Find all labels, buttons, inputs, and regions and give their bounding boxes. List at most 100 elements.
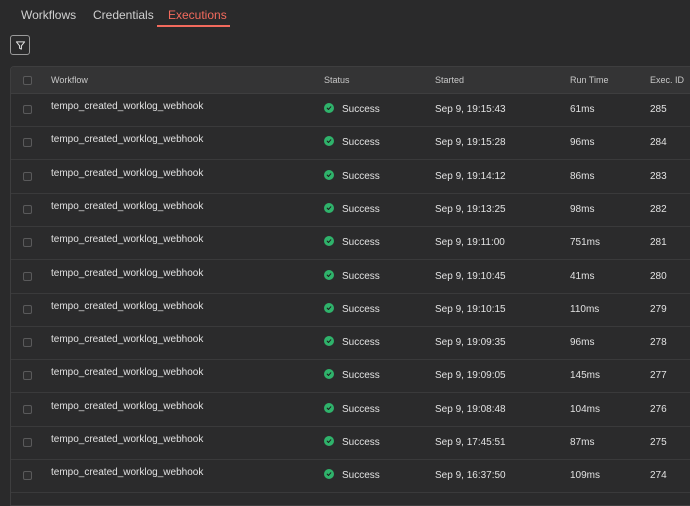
check-circle-icon — [324, 169, 334, 180]
table-row[interactable]: tempo_created_worklog_webhook Success Sep … — [11, 394, 690, 427]
check-circle-icon — [324, 336, 334, 347]
status-text: Success — [342, 170, 380, 182]
run-time: 145ms — [570, 370, 601, 382]
row-checkbox[interactable] — [23, 338, 32, 348]
exec-id: 280 — [650, 270, 667, 282]
row-checkbox[interactable] — [23, 204, 32, 214]
exec-id: 284 — [650, 137, 667, 149]
active-tab-indicator — [157, 25, 230, 27]
run-time: 110ms — [570, 303, 600, 315]
workflow-name[interactable]: tempo_created_worklog_webhook — [51, 234, 203, 245]
status-text: Success — [342, 104, 380, 115]
row-checkbox[interactable] — [23, 304, 32, 314]
table-header: Workflow Status Started Run Time Exec. I… — [11, 67, 690, 94]
check-circle-icon — [324, 369, 334, 380]
table-row[interactable]: tempo_created_worklog_webhook Success Sep … — [11, 161, 690, 194]
table-row[interactable]: tempo_created_worklog_webhook Success Sep … — [11, 261, 690, 294]
filter-button[interactable] — [10, 35, 30, 55]
row-checkbox[interactable] — [23, 271, 32, 281]
status-text: Success — [342, 337, 380, 349]
started-time: Sep 9, 19:10:45 — [435, 270, 506, 282]
run-time: 96ms — [570, 137, 595, 149]
tab-executions[interactable]: Executions — [168, 8, 227, 22]
row-checkbox[interactable] — [23, 404, 32, 414]
status-text: Success — [342, 237, 380, 249]
row-checkbox[interactable] — [23, 371, 32, 381]
filter-icon — [15, 40, 25, 50]
started-time: Sep 9, 19:15:43 — [435, 104, 506, 115]
workflow-name[interactable]: tempo_created_worklog_webhook — [51, 268, 203, 279]
table-row[interactable]: tempo_created_worklog_webhook Success Sep … — [11, 427, 690, 460]
row-checkbox[interactable] — [23, 138, 32, 148]
run-time: 41ms — [570, 270, 595, 282]
exec-id: 277 — [650, 370, 667, 382]
table-row[interactable]: tempo_created_worklog_webhook Success Sep … — [11, 94, 690, 127]
table-row[interactable]: tempo_created_worklog_webhook Success Sep … — [11, 460, 690, 494]
check-circle-icon — [324, 136, 334, 147]
started-time: Sep 9, 17:45:51 — [435, 437, 506, 448]
workflow-name[interactable]: tempo_created_worklog_webhook — [51, 367, 203, 378]
workflow-name[interactable]: tempo_created_worklog_webhook — [51, 134, 203, 145]
workflow-name[interactable]: tempo_created_worklog_webhook — [51, 168, 203, 179]
table-row[interactable]: tempo_created_worklog_webhook Success Sep … — [11, 227, 690, 261]
workflow-name[interactable]: tempo_created_worklog_webhook — [51, 467, 203, 478]
row-checkbox[interactable] — [23, 438, 32, 447]
row-checkbox[interactable] — [23, 238, 32, 248]
run-time: 96ms — [570, 337, 595, 349]
tab-credentials[interactable]: Credentials — [93, 8, 154, 22]
exec-id: 274 — [650, 470, 667, 482]
check-circle-icon — [324, 402, 334, 413]
header-exec-id[interactable]: Exec. ID — [650, 75, 684, 85]
check-circle-icon — [324, 436, 334, 446]
workflow-name[interactable]: tempo_created_worklog_webhook — [51, 401, 203, 412]
started-time: Sep 9, 19:09:35 — [435, 337, 506, 349]
row-checkbox[interactable] — [23, 471, 32, 481]
run-time: 98ms — [570, 203, 595, 215]
table-row[interactable]: tempo_created_worklog_webhook Success Sep … — [11, 360, 690, 394]
check-circle-icon — [324, 103, 334, 113]
exec-id: 285 — [650, 104, 667, 115]
row-checkbox[interactable] — [23, 171, 32, 181]
tab-workflows[interactable]: Workflows — [21, 8, 76, 22]
started-time: Sep 9, 16:37:50 — [435, 470, 506, 482]
status-text: Success — [342, 470, 380, 482]
workflow-name[interactable]: tempo_created_worklog_webhook — [51, 301, 203, 312]
exec-id: 278 — [650, 337, 667, 349]
header-started[interactable]: Started — [435, 75, 464, 85]
check-circle-icon — [324, 269, 334, 280]
run-time: 61ms — [570, 104, 595, 115]
row-checkbox[interactable] — [23, 105, 32, 114]
started-time: Sep 9, 19:09:05 — [435, 370, 506, 382]
table-row[interactable]: tempo_created_worklog_webhook Success Sep … — [11, 327, 690, 361]
table-row[interactable]: tempo_created_worklog_webhook Success Sep … — [11, 294, 690, 327]
run-time: 86ms — [570, 170, 595, 182]
table-row[interactable]: tempo_created_worklog_webhook Success Sep … — [11, 127, 690, 161]
header-status[interactable]: Status — [324, 75, 350, 85]
started-time: Sep 9, 19:13:25 — [435, 203, 506, 215]
workflow-name[interactable]: tempo_created_worklog_webhook — [51, 334, 203, 345]
tab-bar: Workflows Credentials Executions — [0, 0, 690, 28]
executions-table: Workflow Status Started Run Time Exec. I… — [10, 66, 690, 506]
exec-id: 283 — [650, 170, 667, 182]
exec-id: 276 — [650, 403, 667, 415]
status-text: Success — [342, 403, 380, 415]
select-all-checkbox[interactable] — [23, 76, 32, 85]
workflow-name[interactable]: tempo_created_worklog_webhook — [51, 101, 203, 112]
started-time: Sep 9, 19:14:12 — [435, 170, 506, 182]
status-text: Success — [342, 437, 380, 448]
status-text: Success — [342, 137, 380, 149]
exec-id: 275 — [650, 437, 667, 448]
header-run-time[interactable]: Run Time — [570, 75, 609, 85]
run-time: 751ms — [570, 237, 601, 249]
table-row[interactable]: tempo_created_worklog_webhook Success Sep … — [11, 194, 690, 227]
header-workflow[interactable]: Workflow — [51, 75, 88, 85]
check-circle-icon — [324, 469, 334, 480]
status-text: Success — [342, 303, 380, 315]
check-circle-icon — [324, 202, 334, 213]
workflow-name[interactable]: tempo_created_worklog_webhook — [51, 201, 203, 212]
workflow-name[interactable]: tempo_created_worklog_webhook — [51, 434, 203, 445]
exec-id: 282 — [650, 203, 667, 215]
run-time: 104ms — [570, 403, 601, 415]
status-text: Success — [342, 370, 380, 382]
check-circle-icon — [324, 302, 334, 313]
